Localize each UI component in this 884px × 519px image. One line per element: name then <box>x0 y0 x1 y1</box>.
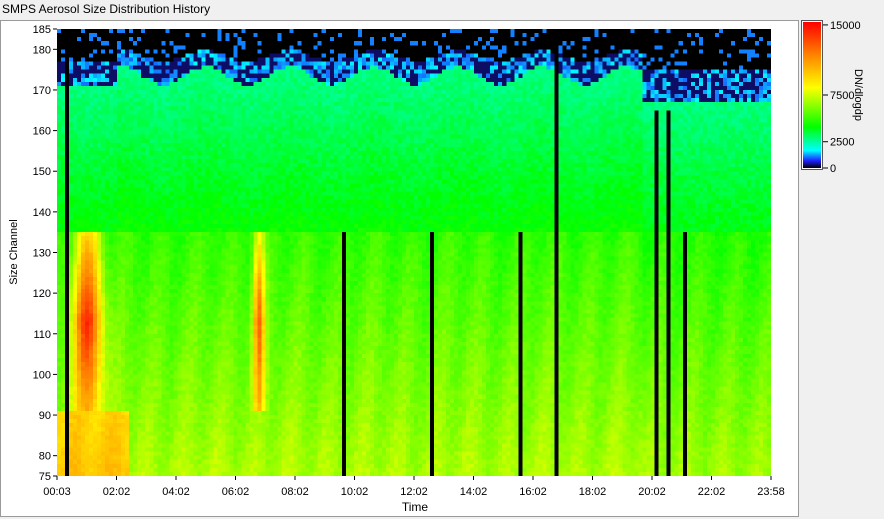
colorbar-tick-label: 15000 <box>830 20 861 32</box>
x-axis-label: Time <box>401 500 429 514</box>
colorbar-gradient <box>803 22 821 168</box>
heatmap-canvas[interactable] <box>57 29 771 476</box>
colorbar-label: DN/dlogdp <box>852 69 864 121</box>
y-axis-label: Size Channel <box>8 219 20 285</box>
heatmap-plot-area[interactable] <box>57 29 771 476</box>
window-title: SMPS Aerosol Size Distribution History <box>2 2 211 16</box>
colorbar-tick-label: 2500 <box>830 137 854 149</box>
colorbar-tick-label: 0 <box>830 163 836 175</box>
colorbar-tick-label: 7500 <box>830 90 854 102</box>
